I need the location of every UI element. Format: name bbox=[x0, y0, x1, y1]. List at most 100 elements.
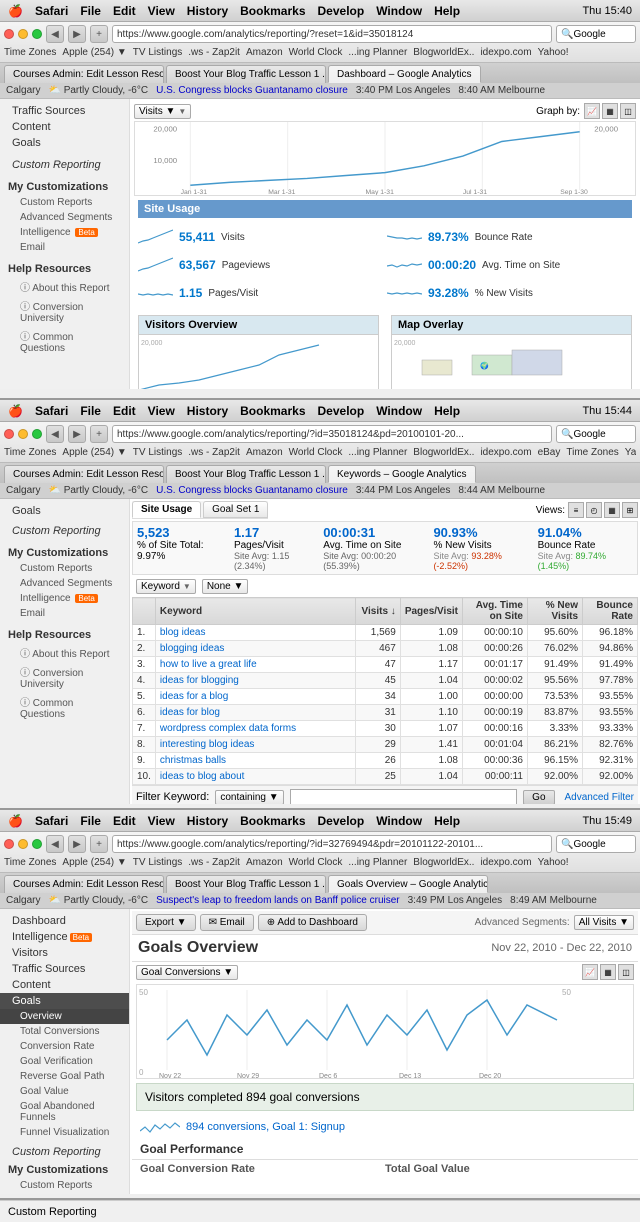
sidebar-content-3[interactable]: Content bbox=[0, 977, 129, 993]
keyword-link[interactable]: christmas balls bbox=[160, 755, 226, 766]
col-bounce[interactable]: Bounce Rate bbox=[583, 598, 638, 625]
keyword-link[interactable]: interesting blog ideas bbox=[160, 739, 255, 750]
news-link-3[interactable]: Suspect's leap to freedom lands on Banff… bbox=[156, 895, 400, 906]
search-box-2[interactable]: 🔍 Google bbox=[556, 425, 636, 443]
sidebar-conversion-u-2[interactable]: ⓘ Conversion University bbox=[0, 662, 129, 692]
menu-file-3[interactable]: File bbox=[80, 814, 101, 828]
sidebar-conv-rate-3[interactable]: Conversion Rate bbox=[0, 1039, 129, 1054]
sidebar-intelligence-1[interactable]: Intelligence Beta bbox=[0, 225, 129, 240]
back-btn-3[interactable]: ◀ bbox=[46, 835, 64, 853]
visits-dropdown[interactable]: Visits ▼ ▼ bbox=[134, 104, 191, 119]
menu-view[interactable]: View bbox=[148, 4, 175, 18]
menu-history[interactable]: History bbox=[187, 4, 228, 18]
sidebar-traffic-sources[interactable]: Traffic Sources bbox=[0, 103, 129, 119]
minimize-window-btn-2[interactable] bbox=[18, 429, 28, 439]
apple-menu[interactable]: 🍎 bbox=[8, 4, 23, 18]
bookmark-tv[interactable]: TV Listings bbox=[133, 47, 182, 58]
menu-window-2[interactable]: Window bbox=[376, 404, 422, 418]
search-box-1[interactable]: 🔍 Google bbox=[556, 25, 636, 43]
menu-edit-2[interactable]: Edit bbox=[113, 404, 136, 418]
advanced-filter-link[interactable]: Advanced Filter bbox=[565, 792, 634, 803]
menu-bookmarks-3[interactable]: Bookmarks bbox=[240, 814, 305, 828]
sidebar-goals-2[interactable]: Goals bbox=[0, 503, 129, 519]
view-icon-compare-3[interactable]: ◫ bbox=[618, 964, 634, 980]
bookmark-worldclock[interactable]: World Clock bbox=[289, 47, 343, 58]
view-icon-line[interactable]: 📈 bbox=[584, 103, 600, 119]
bm-blogworld-3[interactable]: BlogworldEx.. bbox=[413, 857, 474, 868]
menu-develop[interactable]: Develop bbox=[318, 4, 365, 18]
maximize-window-btn-3[interactable] bbox=[32, 839, 42, 849]
sidebar-total-conv-3[interactable]: Total Conversions bbox=[0, 1024, 129, 1039]
view-icon-compare[interactable]: ◫ bbox=[620, 103, 636, 119]
col-keyword[interactable]: Keyword bbox=[155, 598, 355, 625]
sidebar-custom-reporting-3[interactable]: Custom Reporting bbox=[0, 1144, 129, 1160]
minimize-window-btn-3[interactable] bbox=[18, 839, 28, 849]
bm-yahoo-3[interactable]: Yahoo! bbox=[538, 857, 569, 868]
col-avgtime[interactable]: Avg. Time on Site bbox=[463, 598, 528, 625]
menu-window-3[interactable]: Window bbox=[376, 814, 422, 828]
menu-history-3[interactable]: History bbox=[187, 814, 228, 828]
sidebar-funnel-3[interactable]: Funnel Visualization bbox=[0, 1125, 129, 1140]
sidebar-reverse-goal-3[interactable]: Reverse Goal Path bbox=[0, 1069, 129, 1084]
search-box-3[interactable]: 🔍 Google bbox=[556, 835, 636, 853]
menu-safari-3[interactable]: Safari bbox=[35, 814, 68, 828]
bm-timezones2-2[interactable]: Time Zones bbox=[566, 447, 618, 458]
keyword-link[interactable]: ideas for blogging bbox=[160, 675, 239, 686]
col-visits[interactable]: Visits ↓ bbox=[355, 598, 400, 625]
sidebar-about-report-2[interactable]: ⓘ About this Report bbox=[0, 643, 129, 662]
apple-menu-2[interactable]: 🍎 bbox=[8, 404, 23, 418]
sidebar-custom-reports-2[interactable]: Custom Reports bbox=[0, 561, 129, 576]
export-btn[interactable]: Export ▼ bbox=[136, 914, 196, 931]
sidebar-conversion-u-1[interactable]: ⓘ Conversion University bbox=[0, 296, 129, 326]
conversions-detail-link[interactable]: 894 conversions, Goal 1: Signup bbox=[186, 1121, 345, 1133]
bookmark-apple[interactable]: Apple (254) ▼ bbox=[62, 47, 126, 58]
all-visits-dropdown[interactable]: All Visits ▼ bbox=[574, 915, 634, 930]
bookmark-blogworld[interactable]: BlogworldEx.. bbox=[413, 47, 474, 58]
bm-apple-3[interactable]: Apple (254) ▼ bbox=[62, 857, 126, 868]
menu-edit[interactable]: Edit bbox=[113, 4, 136, 18]
sidebar-traffic-sources-3[interactable]: Traffic Sources bbox=[0, 961, 129, 977]
view-pie-btn[interactable]: ◴ bbox=[586, 502, 602, 518]
bm-amazon-2[interactable]: Amazon bbox=[246, 447, 283, 458]
bookmark-blogging[interactable]: ...ing Planner bbox=[348, 47, 407, 58]
bookmark-ws[interactable]: .ws - Zap2it bbox=[188, 47, 240, 58]
tab-courses-2[interactable]: Courses Admin: Edit Lesson Reso... bbox=[4, 465, 164, 483]
sidebar-intelligence-3[interactable]: Intelligence Beta bbox=[0, 929, 129, 945]
close-window-btn-2[interactable] bbox=[4, 429, 14, 439]
keyword-link[interactable]: ideas for a blog bbox=[160, 691, 228, 702]
col-newvisits[interactable]: % New Visits bbox=[528, 598, 583, 625]
goal-conv-dropdown[interactable]: Goal Conversions ▼ bbox=[136, 965, 238, 980]
menu-file[interactable]: File bbox=[80, 4, 101, 18]
tab-goal-set[interactable]: Goal Set 1 bbox=[203, 501, 268, 518]
add-dashboard-btn[interactable]: ⊕ Add to Dashboard bbox=[258, 914, 367, 931]
keyword-link[interactable]: how to live a great life bbox=[160, 659, 257, 670]
sidebar-common-q-2[interactable]: ⓘ Common Questions bbox=[0, 692, 129, 722]
sidebar-overview-3[interactable]: Overview bbox=[0, 1009, 129, 1024]
bookmark-yahoo[interactable]: Yahoo! bbox=[538, 47, 569, 58]
news-link-1[interactable]: U.S. Congress blocks Guantanamo closure bbox=[156, 85, 348, 96]
tab-site-usage[interactable]: Site Usage bbox=[132, 501, 201, 518]
view-bar-btn[interactable]: ▦ bbox=[604, 502, 620, 518]
minimize-window-btn[interactable] bbox=[18, 29, 28, 39]
view-icon-bar-3[interactable]: ▦ bbox=[600, 964, 616, 980]
bm-ebay-2[interactable]: eBay bbox=[538, 447, 561, 458]
menu-develop-3[interactable]: Develop bbox=[318, 814, 365, 828]
menu-history-2[interactable]: History bbox=[187, 404, 228, 418]
email-btn[interactable]: ✉ Email bbox=[200, 914, 254, 931]
keyword-link[interactable]: ideas to blog about bbox=[160, 771, 245, 782]
sidebar-about-report-1[interactable]: ⓘ About this Report bbox=[0, 277, 129, 296]
keyword-link[interactable]: blog ideas bbox=[160, 627, 206, 638]
bm-amazon-3[interactable]: Amazon bbox=[246, 857, 283, 868]
menu-window[interactable]: Window bbox=[376, 4, 422, 18]
menu-develop-2[interactable]: Develop bbox=[318, 404, 365, 418]
bookmark-timezones[interactable]: Time Zones bbox=[4, 47, 56, 58]
sidebar-email-2[interactable]: Email bbox=[0, 606, 129, 621]
bm-planner-3[interactable]: ...ing Planner bbox=[348, 857, 407, 868]
filter-dropdown[interactable]: None ▼ bbox=[202, 579, 249, 594]
filter-input[interactable] bbox=[290, 789, 518, 804]
menu-help-3[interactable]: Help bbox=[434, 814, 460, 828]
bm-blogworld-2[interactable]: BlogworldEx.. bbox=[413, 447, 474, 458]
sidebar-dashboard-3[interactable]: Dashboard bbox=[0, 913, 129, 929]
tab-courses-3[interactable]: Courses Admin: Edit Lesson Reso... bbox=[4, 875, 164, 893]
add-tab-btn-1[interactable]: + bbox=[90, 25, 108, 43]
